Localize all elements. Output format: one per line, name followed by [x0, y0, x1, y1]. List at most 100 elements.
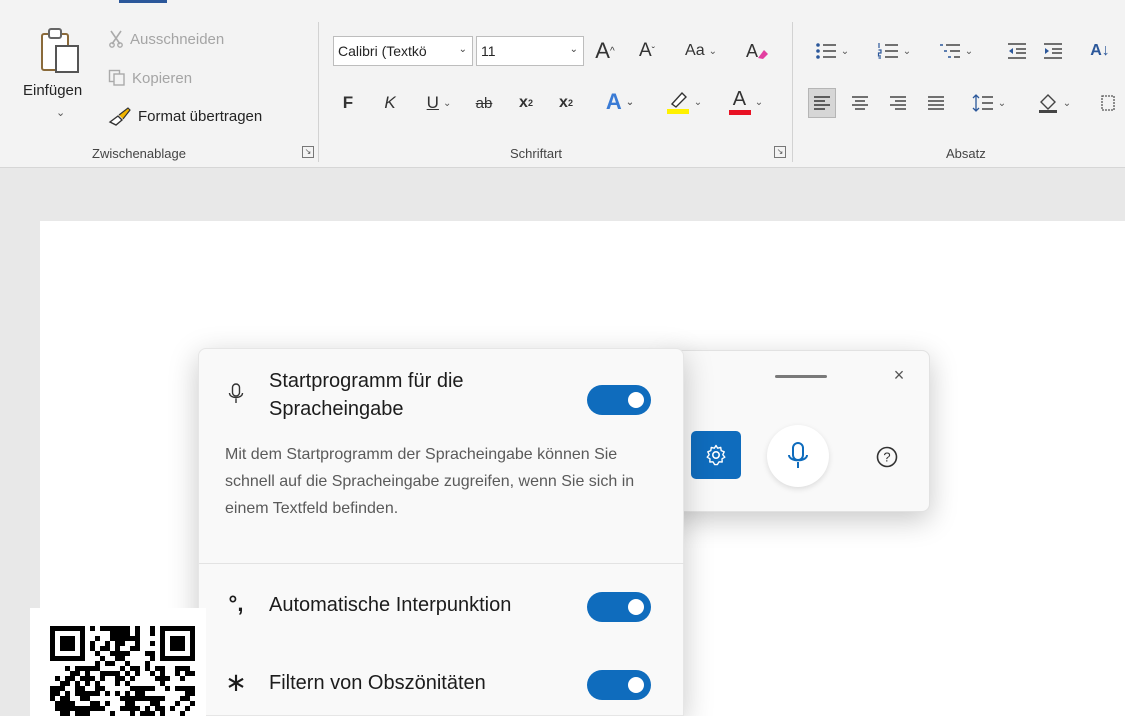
microphone-button[interactable]: [767, 425, 829, 487]
group-separator: [792, 22, 793, 162]
voice-typing-toolbar: × ?: [668, 350, 930, 512]
cut-button[interactable]: Ausschneiden: [108, 27, 224, 51]
paste-label: Einfügen: [23, 82, 83, 99]
clear-formatting-icon: A: [746, 41, 768, 61]
line-spacing-button[interactable]: ⌄: [966, 88, 1012, 118]
close-button[interactable]: ×: [887, 363, 911, 387]
superscript-label: x: [559, 94, 568, 111]
align-left-button[interactable]: [808, 88, 836, 118]
subscript-button[interactable]: x2: [512, 88, 540, 118]
borders-icon: [1101, 95, 1115, 111]
ribbon: Einfügen ⌄ Ausschneiden Kopieren Format …: [0, 0, 1125, 168]
highlight-color-button[interactable]: ⌄: [660, 86, 708, 118]
microphone-small-icon: [223, 379, 249, 409]
clipboard-launcher-button[interactable]: ↘: [302, 146, 314, 158]
italic-label: K: [384, 93, 396, 112]
format-painter-button[interactable]: Format übertragen: [108, 104, 262, 128]
chevron-down-icon: ⌄: [625, 96, 635, 108]
grow-font-icon: A: [595, 38, 610, 63]
auto-punctuation-toggle[interactable]: [587, 592, 651, 622]
text-effects-button[interactable]: A ⌄: [598, 86, 642, 118]
numbering-button[interactable]: ⌄: [870, 36, 918, 66]
paste-icon: [41, 28, 79, 73]
svg-text:A: A: [746, 41, 758, 61]
align-center-icon: [852, 96, 868, 110]
punctuation-label: Automatische Interpunktion: [269, 594, 512, 616]
cut-label: Ausschneiden: [130, 30, 225, 48]
change-case-button[interactable]: Aa ⌄: [678, 36, 724, 66]
increase-indent-button[interactable]: [1040, 36, 1066, 66]
toggle-knob: [628, 392, 644, 408]
clear-formatting-button[interactable]: A: [742, 36, 772, 66]
gear-icon: [706, 444, 726, 466]
voice-typing-settings-flyout: Startprogramm für die Spracheingabe Mit …: [198, 348, 685, 716]
highlighter-icon: [666, 91, 689, 114]
chevron-down-icon: ⌄: [458, 44, 467, 55]
launcher-description: Mit dem Startprogramm der Spracheingabe …: [225, 446, 635, 517]
microphone-icon: [788, 442, 808, 468]
font-size-value: 11: [481, 43, 496, 59]
align-right-icon: [890, 96, 906, 110]
paintbrush-icon: [108, 107, 131, 126]
launcher-toggle[interactable]: [587, 385, 651, 415]
launcher-title-line1: Startprogramm für die: [269, 370, 464, 392]
bullet-list-icon: [815, 43, 836, 59]
italic-button[interactable]: K: [378, 88, 402, 118]
align-left-icon: [814, 96, 830, 110]
font-size-dropdown[interactable]: 11 ⌄: [476, 36, 584, 66]
paragraph-group-label: Absatz: [946, 146, 986, 161]
superscript-button[interactable]: x2: [552, 88, 580, 118]
format-painter-label: Format übertragen: [138, 107, 263, 125]
settings-button[interactable]: [691, 431, 741, 479]
numbered-list-icon: [877, 43, 898, 59]
help-button[interactable]: ?: [875, 445, 899, 469]
font-name-value: Calibri (Textkö: [338, 43, 427, 59]
divider: [199, 563, 685, 564]
font-color-button[interactable]: A ⌄: [722, 86, 770, 118]
font-name-dropdown[interactable]: Calibri (Textkö ⌄: [333, 36, 473, 66]
asterisk-icon: ∗: [225, 666, 247, 697]
borders-button[interactable]: [1098, 88, 1118, 118]
chevron-down-icon: ⌄: [1062, 97, 1072, 109]
paste-dropdown[interactable]: ⌄: [56, 106, 65, 119]
shrink-font-icon: A: [638, 40, 652, 61]
grow-font-button[interactable]: A ^: [590, 36, 620, 66]
line-spacing-icon: [972, 94, 993, 112]
drag-handle[interactable]: [775, 375, 827, 378]
shading-button[interactable]: ⌄: [1030, 88, 1078, 118]
decrease-indent-button[interactable]: [1004, 36, 1030, 66]
copy-icon: [108, 69, 125, 86]
toggle-knob: [628, 599, 644, 615]
qr-code: [30, 608, 206, 716]
bold-label: F: [342, 93, 354, 112]
align-center-button[interactable]: [846, 88, 874, 118]
qr-code-image: [50, 626, 195, 716]
change-case-label: Aa: [685, 42, 705, 59]
copy-button[interactable]: Kopieren: [108, 66, 192, 90]
chevron-down-icon: ⌄: [754, 96, 764, 108]
profanity-filter-toggle[interactable]: [587, 670, 651, 700]
justify-icon: [928, 96, 944, 110]
launcher-title-line2: Spracheingabe: [269, 398, 404, 420]
chevron-down-icon: ⌄: [442, 97, 452, 109]
font-launcher-button[interactable]: ↘: [774, 146, 786, 158]
chevron-down-icon: ⌄: [997, 97, 1007, 109]
subscript-mark: 2: [527, 98, 533, 108]
bold-button[interactable]: F: [336, 88, 360, 118]
sort-button[interactable]: A↓: [1080, 36, 1120, 66]
help-glyph: ?: [883, 450, 890, 465]
scissors-icon: [109, 30, 123, 48]
shrink-font-button[interactable]: Aˇ: [632, 36, 662, 66]
question-mark-icon: ?: [876, 446, 898, 468]
decrease-indent-icon: [1008, 43, 1026, 59]
superscript-mark: 2: [567, 98, 573, 108]
multilevel-list-button[interactable]: ⌄: [932, 36, 980, 66]
text-effects-icon: A: [605, 89, 622, 114]
chevron-down-icon: ⌄: [569, 44, 578, 55]
bullets-button[interactable]: ⌄: [808, 36, 856, 66]
align-right-button[interactable]: [884, 88, 912, 118]
underline-button[interactable]: U ⌄: [414, 88, 464, 118]
justify-button[interactable]: [922, 88, 950, 118]
increase-indent-icon: [1044, 43, 1062, 59]
strikethrough-button[interactable]: ab: [470, 88, 498, 118]
